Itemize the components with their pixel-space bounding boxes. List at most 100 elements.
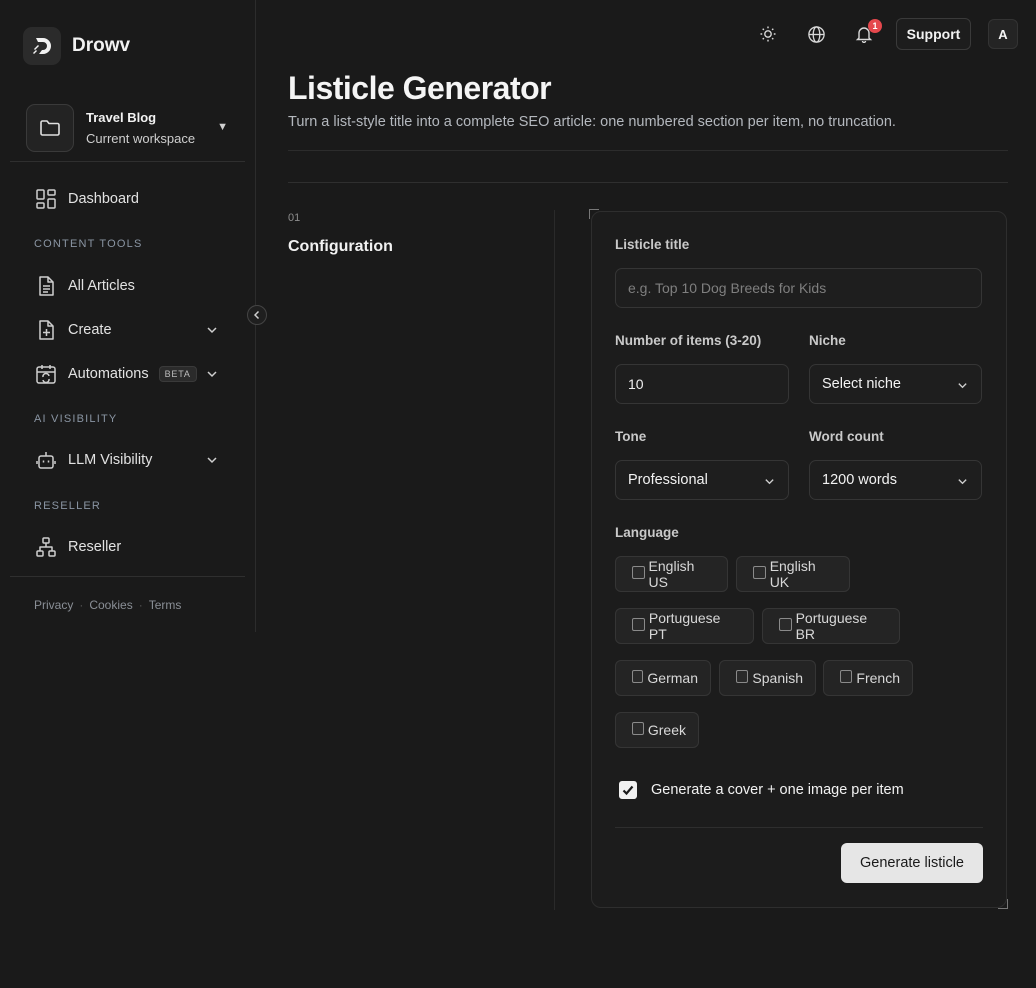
checkbox[interactable] [753,565,766,579]
globe-icon [807,25,825,43]
niche-label: Niche [809,333,846,348]
footer-links: Privacy · Cookies · Terms [34,598,181,612]
language-option-label: English UK [769,558,816,590]
header-divider [288,150,1008,151]
theme-toggle-button[interactable] [756,22,780,46]
generate-images-checkbox[interactable] [619,781,637,799]
listicle-title-label: Listicle title [615,237,690,252]
language-option-greek[interactable]: Greek [615,712,699,748]
language-option-german[interactable]: German [615,660,711,696]
sidebar-item-label: Automations [68,366,149,382]
brand-name: Drowv [72,35,131,56]
page-subtitle: Turn a list-style title into a complete … [288,114,896,130]
support-button[interactable]: Support [896,18,971,50]
language-option-portuguese-br[interactable]: Portuguese BR [762,608,900,644]
step-title: Configuration [288,238,393,255]
calendar-sync-icon [34,362,58,386]
chevron-down-icon [958,479,967,485]
sidebar-item-label: Create [68,322,112,338]
footer-separator: · [138,598,143,612]
column-divider [554,210,555,910]
chevron-down-icon [958,383,967,389]
sidebar-divider [10,576,245,577]
sidebar-item-automations[interactable]: Automations BETA [34,362,224,386]
section-title-reseller: RESELLER [34,500,102,512]
checkbox[interactable] [632,669,644,683]
word-count-select[interactable]: 1200 words [809,460,982,500]
sidebar-item-dashboard[interactable]: Dashboard [34,187,224,211]
page-title: Listicle Generator [288,70,552,106]
niche-select[interactable]: Select niche [809,364,982,404]
language-option-french[interactable]: French [823,660,913,696]
word-count-label: Word count [809,429,884,444]
sidebar-item-all-articles[interactable]: All Articles [34,274,224,298]
section-divider [288,182,1008,183]
card-footer-divider [615,827,983,828]
section-title-ai-visibility: AI VISIBILITY [34,413,118,425]
brand-logo-icon [23,27,61,65]
privacy-link[interactable]: Privacy [34,598,73,612]
language-option-label: French [856,670,900,686]
brand[interactable]: Drowv [23,27,130,65]
checkbox[interactable] [779,617,792,631]
checkmark-icon [622,785,634,796]
footer-separator: · [79,598,84,612]
folder-icon [26,103,74,152]
language-option-english-us[interactable]: English US [615,556,728,592]
cookies-link[interactable]: Cookies [89,598,132,612]
listicle-title-input[interactable] [615,268,982,308]
terms-link[interactable]: Terms [149,598,182,612]
sidebar-item-create[interactable]: Create [34,318,224,342]
sidebar-item-label: Reseller [68,539,122,555]
sidebar: Drowv Travel Blog Current workspace ▼ Da… [0,0,256,632]
caret-down-icon: ▼ [217,121,228,133]
step-number: 01 [288,212,301,224]
checkbox[interactable] [736,669,749,683]
notification-count-badge: 1 [868,19,882,33]
sidebar-item-label: All Articles [68,278,135,294]
language-option-spanish[interactable]: Spanish [719,660,816,696]
language-option-label: English US [648,558,695,590]
network-icon [34,535,58,559]
language-option-label: Spanish [752,670,803,686]
language-option-label: Portuguese PT [648,610,721,642]
tone-select[interactable]: Professional [615,460,789,500]
checkbox[interactable] [632,565,645,579]
sidebar-item-reseller[interactable]: Reseller [34,535,224,559]
number-of-items-label: Number of items (3-20) [615,333,762,348]
checkbox[interactable] [632,721,644,735]
number-of-items-input[interactable] [615,364,789,404]
generate-listicle-button[interactable]: Generate listicle [841,843,983,883]
section-title-content-tools: CONTENT TOOLS [34,238,143,250]
word-count-select-value: 1200 words [822,472,897,488]
chevron-down-icon[interactable] [206,367,218,385]
notifications-button[interactable]: 1 [852,19,882,46]
avatar[interactable]: A [988,19,1018,49]
bot-icon [34,448,58,472]
sidebar-item-llm-visibility[interactable]: LLM Visibility [34,448,224,472]
chevron-down-icon[interactable] [206,453,218,471]
beta-badge: BETA [158,366,197,382]
resize-handle-icon[interactable] [998,899,1008,909]
chevron-left-icon [253,310,260,320]
chevron-down-icon[interactable] [206,323,218,341]
sidebar-item-label: LLM Visibility [68,452,153,468]
language-option-english-uk[interactable]: English UK [736,556,850,592]
card-corner-marker [589,209,599,219]
language-button[interactable] [804,22,828,46]
sun-icon [760,26,776,42]
language-label: Language [615,525,679,540]
document-icon [34,274,58,298]
workspace-switcher[interactable]: Travel Blog Current workspace ▼ [26,103,236,152]
tone-select-value: Professional [628,472,708,488]
generate-images-option[interactable]: Generate a cover + one image per item [619,781,904,799]
file-plus-icon [34,318,58,342]
sidebar-item-label: Dashboard [68,191,139,207]
collapse-sidebar-button[interactable] [247,305,267,325]
generate-images-label: Generate a cover + one image per item [651,782,904,798]
language-option-label: Greek [647,722,686,738]
checkbox[interactable] [632,617,645,631]
sidebar-divider [10,161,245,162]
language-option-portuguese-pt[interactable]: Portuguese PT [615,608,754,644]
checkbox[interactable] [840,669,853,683]
